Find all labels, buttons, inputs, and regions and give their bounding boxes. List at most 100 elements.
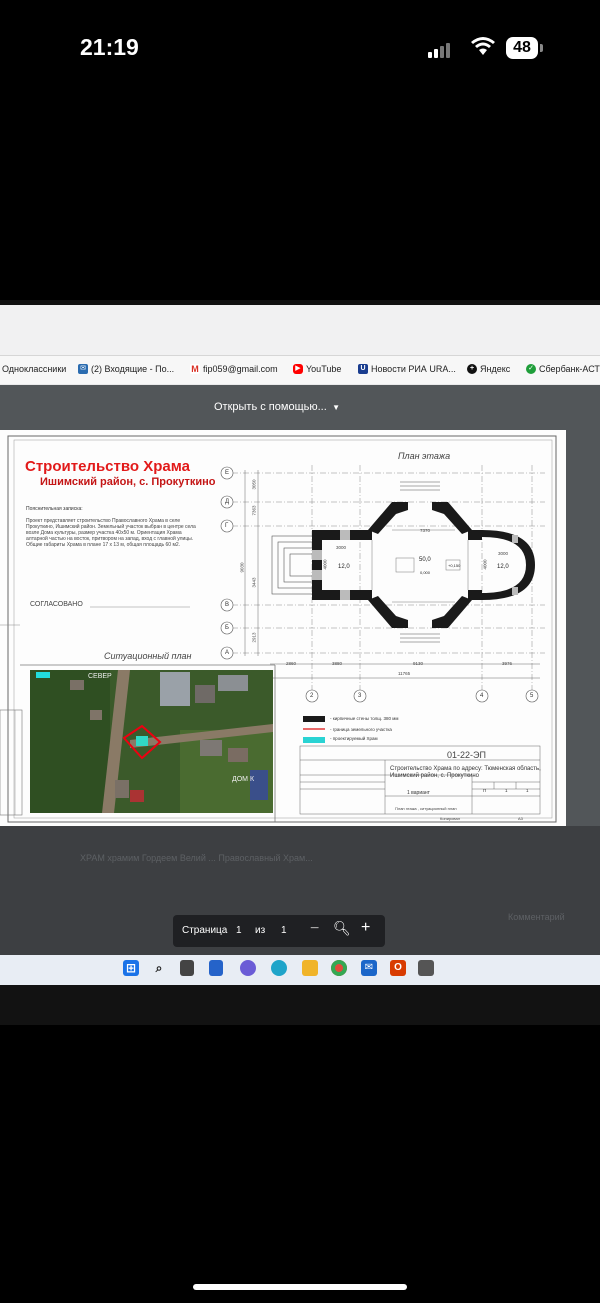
bookmark-ura-news[interactable]: U Новости РИА URA... — [358, 364, 456, 374]
clock: 21:19 — [80, 34, 139, 60]
background-text: ХРАМ храмим Гордеем Велий ... Православн… — [80, 853, 313, 863]
chrome-icon[interactable] — [331, 960, 347, 976]
project-address: Строительство Храма по адресу: Тюменская… — [390, 766, 541, 779]
room-dimension: 3000 — [498, 551, 509, 556]
chevron-down-icon: ▼ — [329, 403, 340, 412]
explanatory-note: Проект представляет строительство Правос… — [26, 518, 196, 548]
current-page-input[interactable]: 1 — [236, 925, 242, 936]
battery-icon — [540, 44, 543, 52]
zoom-out-button[interactable]: − — [310, 920, 319, 938]
level-mark: 0,000 — [420, 570, 431, 575]
axis-label: 4 — [480, 693, 484, 699]
room-area: 12,0 — [497, 564, 509, 570]
page-label: Страница — [182, 925, 228, 936]
bookmark-label: YouTube — [306, 364, 342, 374]
total-dimension-label: 11765 — [398, 671, 411, 676]
background-text: Комментарий — [508, 912, 565, 922]
stage-value: П — [483, 788, 487, 793]
map-house-of-culture-label: ДОМ К — [232, 776, 255, 783]
bookmark-youtube[interactable]: ▶ YouTube — [293, 364, 341, 374]
bookmark-label: fip059@gmail.com — [203, 364, 278, 374]
bookmark-label: Яндекс — [480, 364, 511, 374]
phone-status-bar: 21:19 48 — [0, 0, 600, 95]
search-icon[interactable]: ⌕ — [151, 960, 167, 976]
edge-icon[interactable] — [271, 960, 287, 976]
legend-plot-boundary: - граница земельного участка — [330, 727, 392, 732]
axis-label: Б — [225, 625, 229, 631]
teams-chat-icon[interactable] — [240, 960, 256, 976]
dimension-label: 9030 — [239, 562, 245, 573]
sheet-value: 1 — [505, 788, 508, 793]
axis-label: 2 — [310, 693, 314, 699]
battery-level: 48 — [506, 37, 538, 59]
bookmark-sberbank[interactable]: ✓ Сбербанк-АСТ — [526, 364, 600, 374]
axis-label: Г — [225, 523, 229, 529]
task-view-icon[interactable] — [180, 960, 194, 976]
bookmark-label: Одноклассники — [2, 364, 67, 374]
zoom-in-button[interactable]: + — [361, 919, 370, 937]
variant-label: 1 вариант — [407, 790, 430, 796]
office-icon[interactable]: O — [390, 960, 406, 976]
dimension-label: 7363 — [251, 505, 257, 516]
site-plan-satellite-image: СЕВЕР ДОМ К — [30, 670, 273, 813]
room-dimension: 4000 — [322, 559, 328, 570]
windows-taskbar — [0, 955, 600, 985]
page-navigation-toolbar: Страница 1 из 1 − 🔍︎ + — [173, 915, 385, 947]
sheet-name: План этажа , ситуационный план — [395, 806, 457, 811]
dimension-label: 3050 — [251, 479, 257, 490]
ura-news-icon: U — [358, 364, 368, 374]
yandex-icon: + — [467, 364, 477, 374]
dimension-label: 9130 — [413, 661, 424, 666]
map-north-label: СЕВЕР — [88, 673, 112, 680]
gmail-icon: M — [190, 364, 200, 374]
monitor-bezel — [0, 985, 600, 1025]
bookmark-inbox[interactable]: ✉ (2) Входящие - По... — [78, 364, 174, 374]
room-dimension: 3000 — [336, 545, 347, 550]
dimension-label: 3976 — [502, 661, 513, 666]
mail-icon: ✉ — [78, 364, 88, 374]
bookmark-odnoklassniki[interactable]: Одноклассники — [2, 364, 66, 374]
dimension-label: 2913 — [251, 632, 257, 643]
bookmark-yandex[interactable]: + Яндекс — [467, 364, 510, 374]
dimension-label: 2860 — [286, 661, 297, 666]
drawing-title: Строительство Храма — [25, 458, 190, 475]
bookmark-gmail[interactable]: M fip059@gmail.com — [190, 364, 278, 374]
axis-label: 5 — [530, 693, 534, 699]
axis-label: А — [225, 650, 230, 656]
site-plan-title: Ситуационный план — [104, 651, 192, 661]
scanner-icon[interactable] — [418, 960, 434, 976]
copied-label: Копировал — [440, 816, 461, 821]
drawing-subtitle: Ишимский район, с. Прокуткино — [40, 476, 216, 488]
page-of-label: из — [255, 925, 266, 936]
format-label: А3 — [518, 816, 523, 821]
mail-icon[interactable]: ✉ — [361, 960, 377, 976]
open-with-label: Открыть с помощью... — [214, 401, 327, 413]
windows-start-icon[interactable]: ⊞ — [123, 960, 139, 976]
widgets-icon[interactable] — [209, 960, 223, 976]
sheets-value: 1 — [526, 788, 529, 793]
legend-designed-church: - проектируемый Храм — [330, 736, 378, 741]
legend-walls: - кирпичные стены толщ. 380 мм — [330, 716, 399, 721]
axis-label: Д — [225, 499, 230, 505]
dimension-label: 3443 — [251, 577, 257, 588]
agreed-label: СОГЛАСОВАНО — [30, 601, 83, 608]
level-mark: +0,150 — [448, 563, 461, 568]
wifi-icon — [471, 37, 495, 55]
zoom-icon: 🔍︎ — [333, 920, 351, 936]
axis-label: Е — [225, 470, 230, 476]
browser-tab-strip — [0, 305, 600, 356]
bookmarks-bar: Одноклассники ✉ (2) Входящие - По... M f… — [0, 356, 600, 384]
bookmark-label: Сбербанк-АСТ — [539, 364, 600, 374]
room-area: 12,0 — [338, 564, 350, 570]
dimension-label: 3880 — [332, 661, 343, 666]
room-area: 50,0 — [419, 557, 431, 563]
file-explorer-icon[interactable] — [302, 960, 318, 976]
cellular-signal-icon — [428, 40, 452, 58]
bookmark-label: Новости РИА URA... — [371, 364, 456, 374]
home-indicator[interactable] — [193, 1284, 407, 1290]
explanatory-note-heading: Пояснительная записка: — [26, 506, 83, 512]
youtube-icon: ▶ — [293, 364, 303, 374]
document-code: 01-22-ЭП — [447, 750, 486, 760]
open-with-button[interactable]: Открыть с помощью... ▼ — [214, 401, 340, 413]
axis-label: 3 — [358, 693, 362, 699]
